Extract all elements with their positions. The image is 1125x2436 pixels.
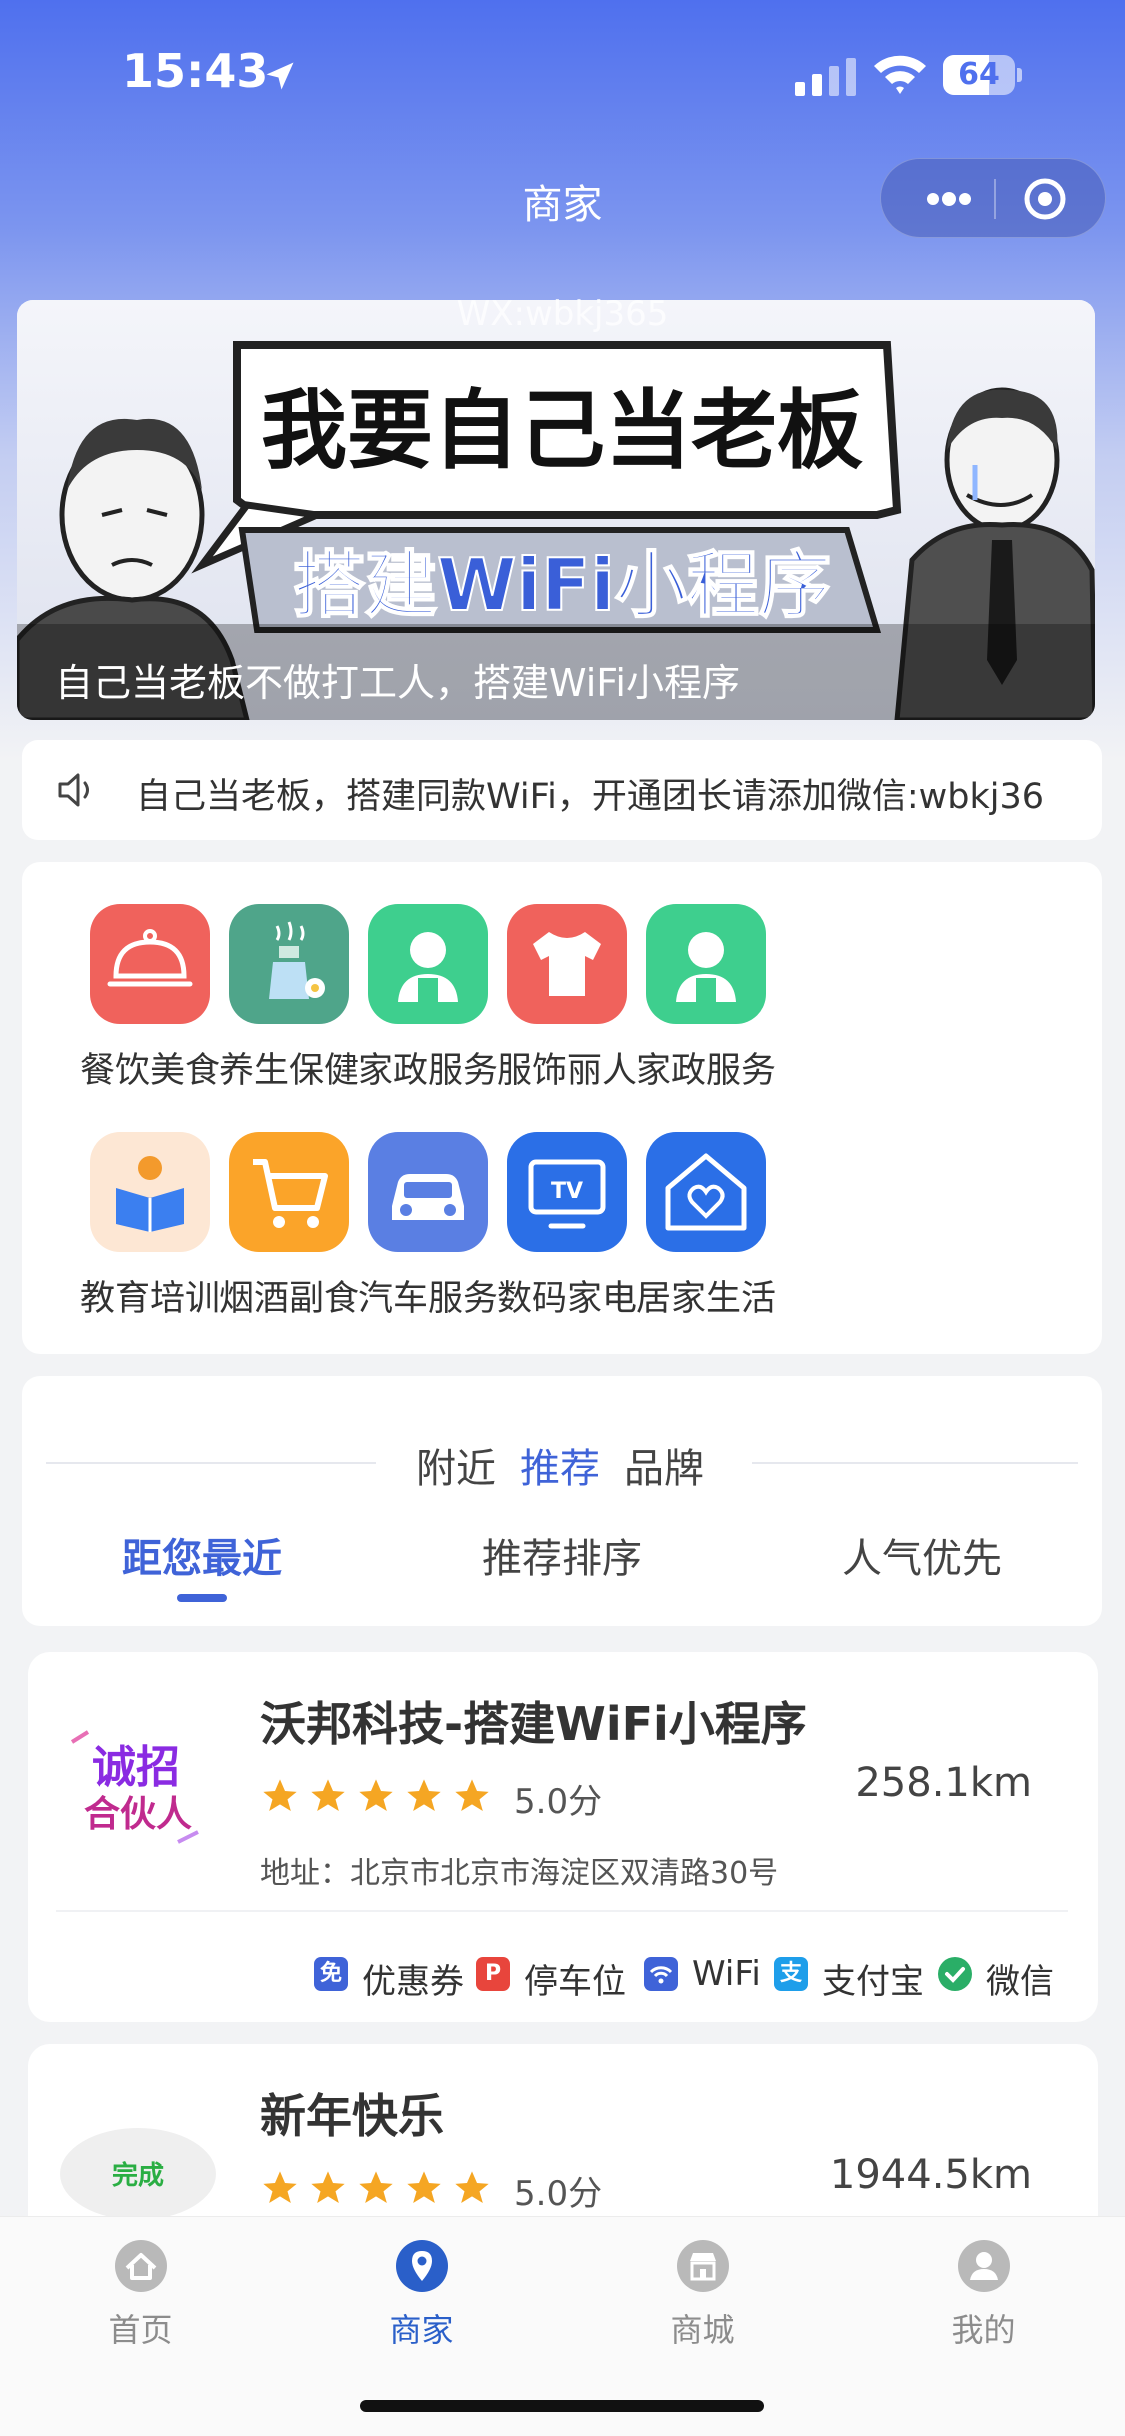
battery-indicator: 64 [943, 55, 1022, 95]
banner-watermark: WX:wbkj365 [456, 294, 669, 334]
star-icon [311, 1779, 345, 1811]
cellular-signal-icon [795, 58, 856, 96]
star-icon [359, 1779, 393, 1811]
tag-label: WiFi [692, 1954, 761, 1994]
tab-brand[interactable]: 品牌 [624, 1436, 704, 1494]
alipay-icon: 支 [774, 1957, 808, 1991]
miniprogram-capsule [880, 158, 1106, 238]
status-bar: 15:43 64 [0, 0, 1125, 150]
category-housekeeping-2[interactable]: 家政服务 [606, 904, 806, 1104]
more-icon[interactable] [903, 159, 995, 239]
location-pin-icon [396, 2240, 448, 2292]
close-miniprogram-icon[interactable] [1021, 175, 1069, 223]
shop-icon [677, 2240, 729, 2292]
battery-level: 64 [958, 57, 1000, 92]
star-icon [311, 2171, 345, 2203]
banner-headline: 我要自己当老板 [261, 381, 863, 481]
star-icon [407, 2171, 441, 2203]
speaker-icon [58, 773, 89, 807]
coupon-icon: 免 [314, 1957, 348, 1991]
tabbar-profile[interactable]: 我的 [843, 2239, 1124, 2359]
tabbar-label: 商家 [389, 2311, 454, 2349]
category-label: 家政服务 [635, 1051, 776, 1091]
star-icon [263, 2171, 297, 2203]
sort-recommended[interactable]: 推荐排序 [412, 1526, 712, 1584]
star-icon [263, 1779, 297, 1811]
profile-icon [958, 2240, 1010, 2292]
tabbar-merchants[interactable]: 商家 [281, 2239, 562, 2359]
tag-label: 优惠券 [362, 1962, 464, 2002]
category-grid: 餐饮美食 养生保健 家政服务 服饰丽人 家政服务 教育培训 烟酒副食 汽车服务 … [22, 862, 1102, 1354]
star-icon [455, 1779, 489, 1811]
notice-text: 自己当老板，搭建同款WiFi，开通团长请添加微信:wbkj36 [136, 777, 1045, 817]
star-icon [455, 2171, 489, 2203]
home-indicator [360, 2400, 764, 2412]
distance: 258.1km [855, 1760, 1032, 1806]
svg-text:合伙人: 合伙人 [84, 1794, 192, 1835]
svg-text:完成: 完成 [112, 2160, 164, 2191]
active-tab-indicator [177, 1594, 227, 1602]
tab-recommended[interactable]: 推荐 [520, 1436, 600, 1494]
sort-nearest[interactable]: 距您最近 [52, 1526, 352, 1584]
svg-text:TV: TV [551, 1179, 583, 1204]
banner-subheadline: 搭建WiFi小程序 [293, 543, 831, 627]
rating-score: 5.0分 [514, 2174, 603, 2214]
star-icon [407, 1779, 441, 1811]
tag-label: 微信 [986, 1962, 1054, 2002]
wifi-icon [874, 55, 926, 94]
filter-tabs: 附近 推荐 品牌 距您最近 推荐排序 人气优先 [22, 1376, 1102, 1626]
star-icon [359, 2171, 393, 2203]
merchant-name: 沃邦科技-搭建WiFi小程序 [260, 1697, 807, 1751]
parking-icon: P [476, 1957, 510, 1991]
distance: 1944.5km [829, 2152, 1032, 2198]
category-label: 居家生活 [635, 1279, 776, 1319]
home-icon [115, 2240, 167, 2292]
category-home[interactable]: 居家生活 [606, 1132, 806, 1332]
divider [56, 1910, 1068, 1912]
housekeeper-icon [646, 904, 766, 1024]
divider-line [752, 1462, 1078, 1464]
tabbar-shop[interactable]: 商城 [562, 2239, 843, 2359]
merchant-name: 新年快乐 [260, 2089, 444, 2143]
wechat-check-icon [938, 1957, 972, 1991]
address: 地址：北京市北京市海淀区双清路30号 [260, 1856, 779, 1891]
banner-caption: 自己当老板不做打工人，搭建WiFi小程序 [55, 661, 740, 705]
tab-nearby[interactable]: 附近 [416, 1436, 496, 1494]
status-time: 15:43 [122, 44, 269, 98]
tabbar-home[interactable]: 首页 [0, 2239, 281, 2359]
tag-label: 停车位 [524, 1962, 626, 2002]
tabbar-label: 首页 [108, 2311, 173, 2349]
tabbar-label: 商城 [670, 2311, 735, 2349]
rating-score: 5.0分 [514, 1782, 603, 1822]
merchant-logo: 诚招 合伙人 [58, 1702, 218, 1862]
tag-label: 支付宝 [822, 1962, 924, 2002]
promo-banner[interactable]: 我要自己当老板 搭建WiFi小程序 自己当老板不做打工人，搭建WiFi小程序 [17, 300, 1095, 720]
sort-popular[interactable]: 人气优先 [772, 1526, 1072, 1584]
svg-text:诚招: 诚招 [92, 1742, 180, 1793]
wifi-icon [644, 1957, 678, 1991]
location-arrow-icon [266, 62, 294, 90]
tabbar-label: 我的 [951, 2311, 1016, 2349]
merchant-card[interactable]: 诚招 合伙人 沃邦科技-搭建WiFi小程序 5.0分 258.1km 地址：北京… [28, 1652, 1098, 2022]
divider-line [46, 1462, 376, 1464]
notice-bar[interactable]: 自己当老板，搭建同款WiFi，开通团长请添加微信:wbkj36 [22, 740, 1102, 840]
house-heart-icon [646, 1132, 766, 1252]
